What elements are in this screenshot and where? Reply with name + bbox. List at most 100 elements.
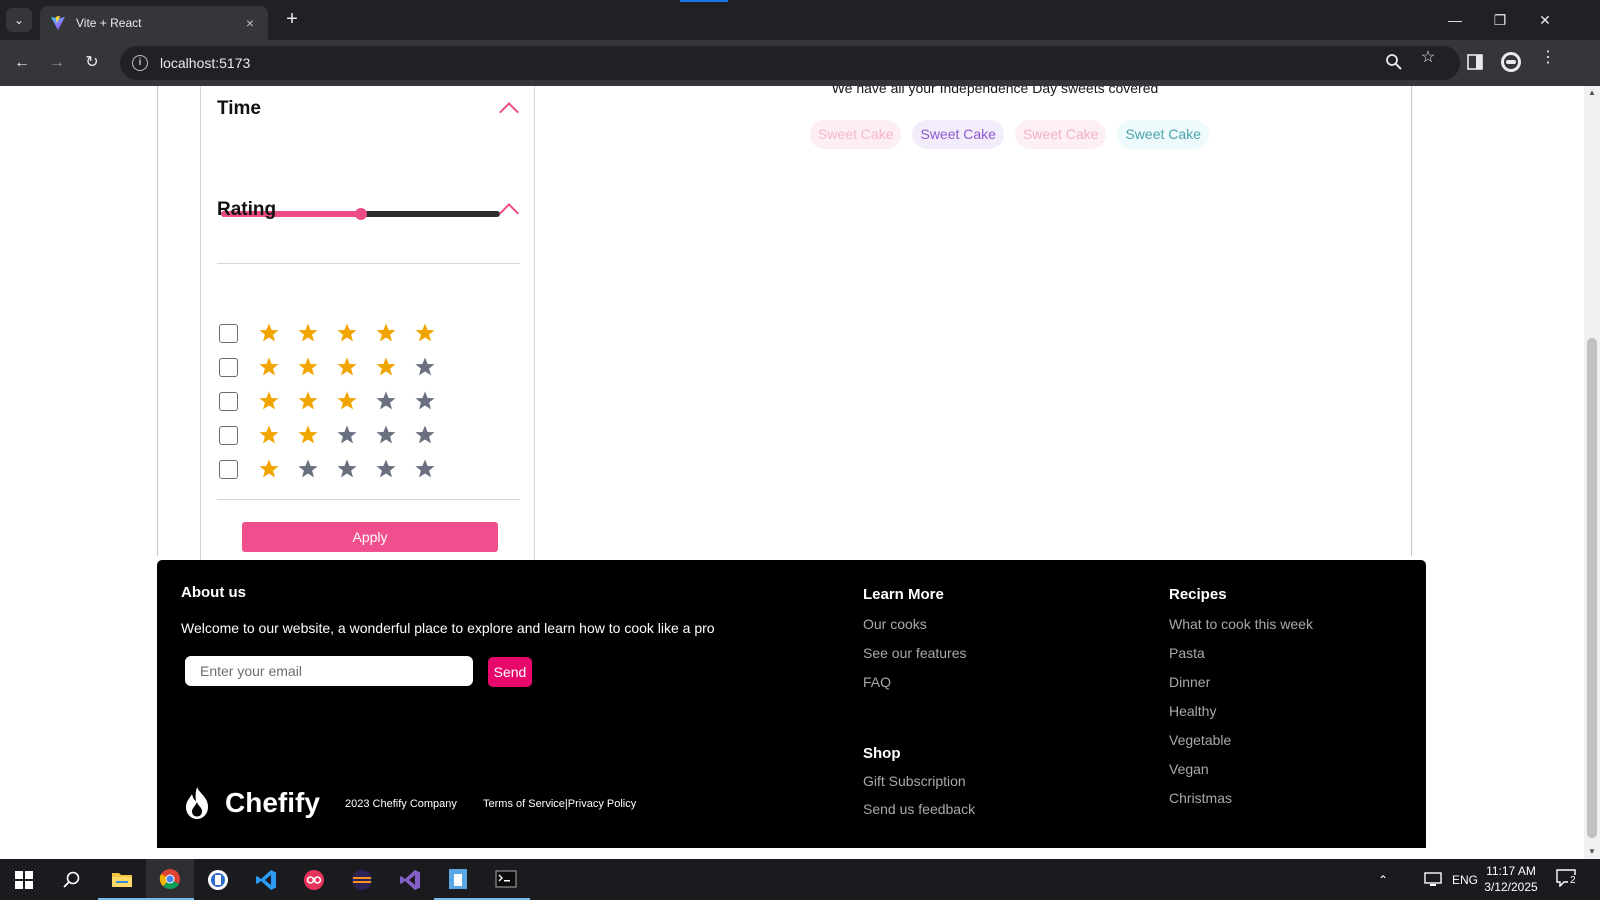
window-close-icon[interactable]: ✕	[1530, 8, 1560, 32]
back-arrow-icon[interactable]: ←	[10, 51, 34, 75]
learn-more-link[interactable]: See our features	[863, 645, 967, 661]
page-viewport: Time Rating Apply We have all your Indep…	[0, 86, 1584, 859]
recipes-link[interactable]: Dinner	[1169, 674, 1210, 690]
privacy-policy-link[interactable]: Privacy Policy	[568, 798, 636, 810]
star-empty-icon	[337, 459, 357, 478]
eclipse-icon[interactable]	[338, 859, 386, 900]
star-filled-icon	[298, 425, 318, 444]
forward-arrow-icon[interactable]: →	[45, 51, 69, 75]
restore-icon[interactable]: ❐	[1485, 8, 1515, 32]
notification-center-icon[interactable]: 2	[1556, 869, 1582, 891]
app-icon[interactable]	[434, 859, 482, 900]
reload-icon[interactable]: ↻	[80, 51, 104, 75]
footer-brand[interactable]: Chefify	[181, 786, 320, 820]
new-tab-button[interactable]: +	[280, 8, 304, 32]
language-indicator[interactable]: ENG	[1452, 859, 1478, 900]
vite-logo-icon	[51, 16, 65, 30]
recipes-title: Recipes	[1169, 586, 1227, 603]
star-filled-icon	[298, 323, 318, 342]
learn-more-link[interactable]: Our cooks	[863, 616, 927, 632]
rating-section-header[interactable]: Rating	[217, 199, 520, 223]
rating-option-2-stars[interactable]	[219, 424, 453, 446]
rating-option-1-stars[interactable]	[219, 458, 453, 480]
tag-chip[interactable]: Sweet Cake	[1014, 120, 1107, 149]
newsletter-email-input[interactable]	[185, 656, 473, 686]
time-section-header[interactable]: Time	[217, 98, 520, 122]
shop-title: Shop	[863, 745, 901, 762]
rating-option-3-stars[interactable]	[219, 390, 453, 412]
tag-chip[interactable]: Sweet Cake	[912, 120, 1004, 149]
terms-of-service-link[interactable]: Terms of Service	[483, 798, 565, 810]
profile-avatar-icon[interactable]	[1500, 51, 1522, 73]
top-accent-bar	[680, 0, 728, 2]
browser-menu-icon[interactable]: ⋮	[1536, 46, 1560, 70]
tag-chips: Sweet Cake Sweet Cake Sweet Cake Sweet Cake	[810, 120, 1209, 149]
rating-option-5-stars[interactable]	[219, 322, 453, 344]
star-filled-icon	[259, 391, 279, 410]
bookmark-star-icon[interactable]: ☆	[1416, 46, 1440, 70]
browser-tab[interactable]: Vite + React ×	[40, 6, 268, 40]
rating-checkbox[interactable]	[219, 391, 238, 411]
brand-name: Chefify	[225, 787, 320, 818]
star-filled-icon	[259, 459, 279, 478]
star-filled-icon	[259, 425, 279, 444]
shop-link[interactable]: Send us feedback	[863, 801, 975, 817]
minimize-icon[interactable]: —	[1440, 8, 1470, 32]
page-scrollbar[interactable]: ▲ ▼	[1584, 86, 1600, 859]
star-empty-icon	[337, 425, 357, 444]
vscode-icon[interactable]	[242, 859, 290, 900]
about-us-text: Welcome to our website, a wonderful plac…	[181, 620, 715, 636]
divider	[217, 263, 520, 264]
search-icon[interactable]	[48, 859, 96, 900]
file-explorer-icon[interactable]	[98, 859, 146, 900]
time-section-title: Time	[217, 98, 262, 119]
zoom-icon[interactable]	[1385, 53, 1403, 71]
system-clock[interactable]: 11:17 AM 3/12/2025	[1476, 863, 1546, 895]
star-empty-icon	[415, 425, 435, 444]
recipes-link[interactable]: Christmas	[1169, 790, 1232, 806]
chrome-icon[interactable]	[146, 859, 194, 900]
clock-time: 11:17 AM	[1486, 864, 1536, 878]
recipes-link[interactable]: Healthy	[1169, 703, 1216, 719]
star-empty-icon	[376, 425, 396, 444]
rating-checkbox[interactable]	[219, 357, 238, 377]
show-hidden-icons-icon[interactable]: ⌃	[1378, 859, 1388, 900]
recipes-link[interactable]: What to cook this week	[1169, 616, 1313, 632]
rating-checkbox[interactable]	[219, 459, 238, 479]
address-bar[interactable]: i localhost:5173	[120, 46, 1460, 80]
tab-search-chevron-icon[interactable]: ⌄	[6, 8, 32, 32]
network-icon[interactable]	[1424, 872, 1442, 887]
learn-more-link[interactable]: FAQ	[863, 674, 891, 690]
rating-checkbox[interactable]	[219, 425, 238, 445]
windows-taskbar: ⌃ ENG 11:17 AM 3/12/2025 2	[0, 859, 1600, 900]
star-filled-icon	[376, 323, 396, 342]
star-filled-icon	[259, 323, 279, 342]
scroll-down-arrow-icon[interactable]: ▼	[1584, 845, 1600, 859]
side-panel-icon[interactable]	[1467, 54, 1483, 70]
terminal-icon[interactable]	[482, 859, 530, 900]
star-filled-icon	[337, 357, 357, 376]
windows-start-icon[interactable]	[0, 859, 48, 900]
learn-more-title: Learn More	[863, 586, 944, 603]
recipes-link[interactable]: Vegetable	[1169, 732, 1231, 748]
rating-option-4-stars[interactable]	[219, 356, 453, 378]
apply-button[interactable]: Apply	[242, 522, 498, 552]
visual-studio-icon[interactable]	[386, 859, 434, 900]
flame-logo-icon	[186, 787, 208, 819]
recipes-link[interactable]: Vegan	[1169, 761, 1209, 777]
recipes-link[interactable]: Pasta	[1169, 645, 1205, 661]
app-icon[interactable]	[290, 859, 338, 900]
tag-chip[interactable]: Sweet Cake	[810, 120, 902, 149]
scroll-up-arrow-icon[interactable]: ▲	[1584, 86, 1600, 100]
shop-link[interactable]: Gift Subscription	[863, 773, 966, 789]
tab-close-icon[interactable]: ×	[242, 15, 258, 31]
star-filled-icon	[298, 391, 318, 410]
chevron-up-icon[interactable]	[499, 203, 519, 223]
send-button[interactable]: Send	[488, 657, 532, 687]
rating-checkbox[interactable]	[219, 323, 238, 343]
tag-chip[interactable]: Sweet Cake	[1117, 120, 1209, 149]
site-info-icon[interactable]: i	[132, 55, 148, 71]
scrollbar-thumb[interactable]	[1587, 338, 1597, 838]
chevron-up-icon[interactable]	[499, 102, 519, 122]
app-icon[interactable]	[194, 859, 242, 900]
